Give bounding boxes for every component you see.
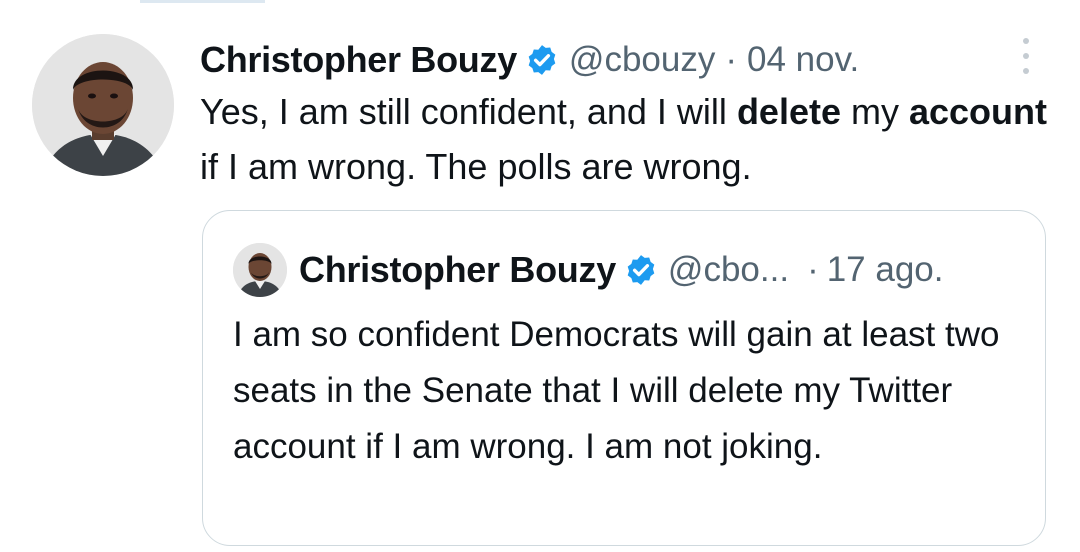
author-name[interactable]: Christopher Bouzy	[200, 39, 517, 81]
author-handle[interactable]: @cbouzy	[569, 40, 715, 80]
quoted-tweet-date: 17 ago.	[826, 250, 944, 289]
verified-badge-icon	[525, 43, 559, 77]
quoted-author-name: Christopher Bouzy	[299, 249, 616, 290]
more-dot	[1023, 68, 1029, 74]
more-dot	[1023, 53, 1029, 59]
separator-dot: ·	[807, 250, 819, 289]
tweet-header: Christopher Bouzy @cbouzy · 04 nov.	[200, 30, 859, 90]
more-options-icon[interactable]	[1014, 36, 1038, 76]
quoted-tweet-text: I am so confident Democrats will gain at…	[233, 315, 1000, 466]
quoted-tweet-header: Christopher Bouzy @cbo... · 17 ago.	[233, 243, 944, 297]
quoted-author-handle: @cbo...	[667, 250, 790, 289]
verified-badge-icon	[624, 253, 658, 287]
separator-dot: ·	[725, 40, 738, 79]
tweet-text-part: my	[840, 91, 909, 132]
more-dot	[1023, 38, 1029, 44]
tweet-text-part: if I am wrong. The polls are wrong.	[200, 146, 752, 187]
top-divider	[140, 0, 265, 3]
author-avatar[interactable]	[32, 34, 174, 176]
tweet-date[interactable]: 04 nov.	[747, 40, 859, 80]
tweet-text-part: Yes, I am still confident, and I will	[200, 91, 737, 132]
tweet-text-bold: delete	[736, 91, 841, 132]
quoted-author-avatar	[233, 243, 287, 297]
tweet-text-bold: account	[908, 91, 1048, 132]
quoted-tweet-card[interactable]: Christopher Bouzy @cbo... · 17 ago. I am…	[202, 210, 1046, 546]
tweet-text: Yes, I am still confident, and I will de…	[200, 84, 1050, 194]
